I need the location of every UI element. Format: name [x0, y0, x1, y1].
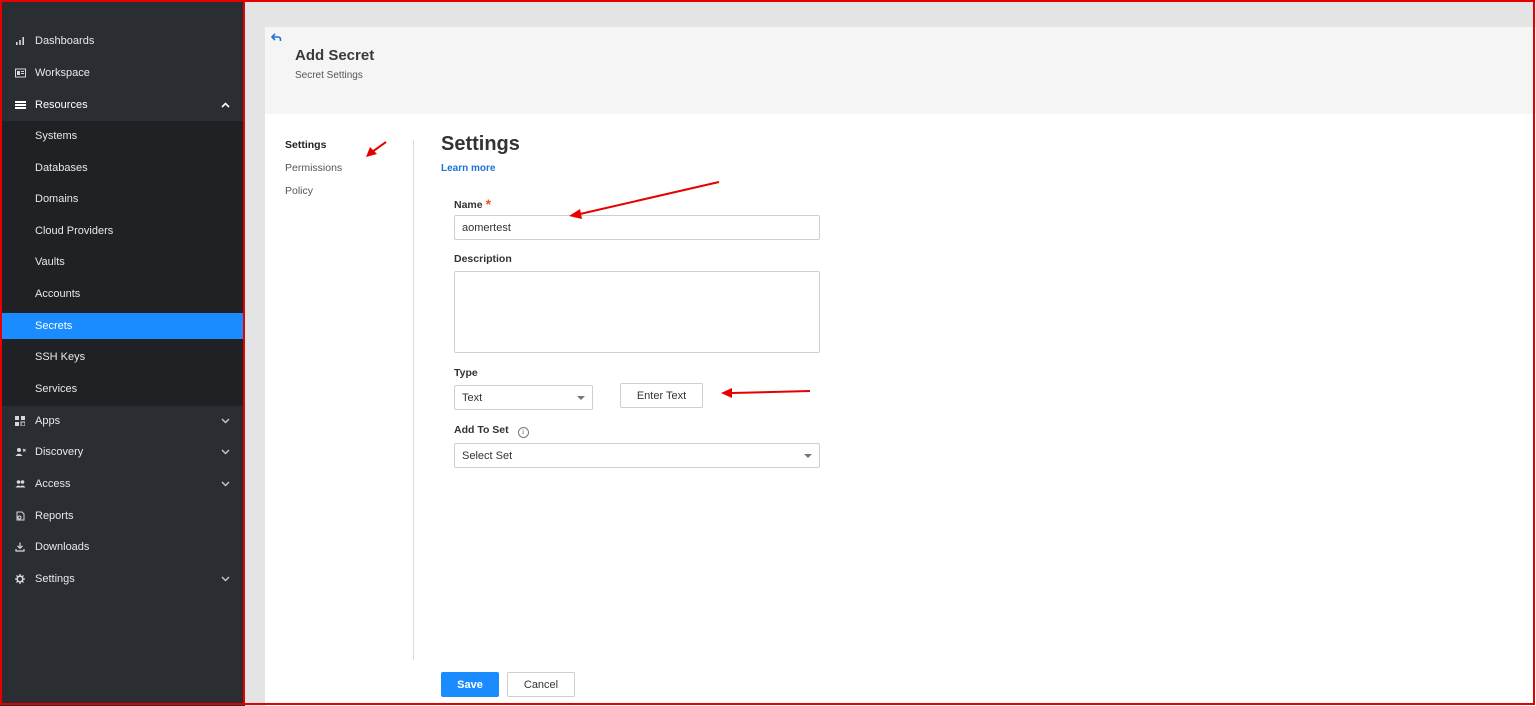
- sidebar-item-resources[interactable]: Resources: [0, 89, 245, 121]
- name-field[interactable]: [454, 215, 820, 240]
- tab-permissions[interactable]: Permissions: [285, 162, 342, 174]
- back-arrow-icon[interactable]: [270, 31, 282, 45]
- sidebar-subitem-databases[interactable]: Databases: [0, 155, 245, 181]
- required-mark: *: [485, 196, 492, 212]
- learn-more-link[interactable]: Learn more: [441, 163, 495, 174]
- sidebar-item-label: Apps: [35, 415, 61, 427]
- sidebar-item-label: Dashboards: [35, 35, 95, 47]
- sidebar-subitem-vaults[interactable]: Vaults: [0, 249, 245, 275]
- sidebar-item-reports[interactable]: Reports: [0, 500, 245, 532]
- save-button[interactable]: Save: [441, 672, 499, 697]
- type-select[interactable]: Text: [454, 385, 593, 410]
- sidebar-subitem-cloud-providers[interactable]: Cloud Providers: [0, 218, 245, 244]
- chevron-down-icon[interactable]: [218, 447, 232, 457]
- chevron-up-icon[interactable]: [218, 100, 232, 110]
- sidebar-subitem-services[interactable]: Services: [0, 376, 245, 402]
- sidebar-item-settings[interactable]: Settings: [0, 563, 245, 595]
- sidebar-item-apps[interactable]: Apps: [0, 405, 245, 437]
- vertical-divider: [413, 140, 414, 660]
- sidebar: Dashboards Workspace Resources Systems D…: [0, 0, 245, 706]
- sidebar-item-label: Discovery: [35, 446, 84, 458]
- name-label-text: Name: [454, 199, 483, 211]
- sidebar-item-access[interactable]: Access: [0, 468, 245, 500]
- discovery-icon: [14, 446, 26, 458]
- chevron-down-icon[interactable]: [218, 574, 232, 584]
- caret-down-icon: [804, 453, 812, 458]
- list-icon: [14, 99, 26, 111]
- page-subtitle: Secret Settings: [295, 70, 363, 81]
- sidebar-item-label: Workspace: [35, 67, 90, 79]
- type-label: Type: [454, 367, 478, 379]
- description-label: Description: [454, 253, 512, 265]
- sidebar-subitem-systems[interactable]: Systems: [0, 123, 245, 149]
- type-select-value: Text: [462, 391, 483, 404]
- bar-chart-icon: [14, 35, 26, 47]
- sidebar-item-label: Reports: [35, 510, 74, 522]
- report-icon: [14, 510, 26, 522]
- add-to-set-select[interactable]: Select Set: [454, 443, 820, 468]
- section-title: Settings: [441, 133, 520, 155]
- add-to-set-label: Add To Set i: [454, 424, 529, 438]
- sidebar-item-workspace[interactable]: Workspace: [0, 57, 245, 89]
- sidebar-item-label: Access: [35, 478, 71, 490]
- sidebar-item-label: Downloads: [35, 541, 90, 553]
- sidebar-subitem-secrets[interactable]: Secrets: [0, 313, 245, 339]
- apps-grid-icon: [14, 415, 26, 427]
- add-to-set-label-text: Add To Set: [454, 424, 509, 436]
- download-icon: [14, 541, 26, 553]
- main-content: Add Secret Secret Settings Settings Perm…: [265, 27, 1536, 706]
- sidebar-item-dashboards[interactable]: Dashboards: [0, 25, 245, 57]
- sidebar-item-downloads[interactable]: Downloads: [0, 531, 245, 563]
- tab-policy[interactable]: Policy: [285, 185, 313, 197]
- add-to-set-select-value: Select Set: [462, 449, 513, 462]
- chevron-down-icon[interactable]: [218, 479, 232, 489]
- sidebar-item-label: Resources: [35, 99, 88, 111]
- sidebar-subitem-accounts[interactable]: Accounts: [0, 281, 245, 307]
- sidebar-subitem-domains[interactable]: Domains: [0, 186, 245, 212]
- name-label: Name *: [454, 195, 492, 212]
- workspace-icon: [14, 67, 26, 79]
- caret-down-icon: [577, 395, 585, 400]
- cancel-button[interactable]: Cancel: [507, 672, 575, 697]
- enter-text-button[interactable]: Enter Text: [620, 383, 703, 408]
- sidebar-item-discovery[interactable]: Discovery: [0, 436, 245, 468]
- page-title: Add Secret: [295, 47, 375, 64]
- tab-settings[interactable]: Settings: [285, 139, 326, 151]
- users-icon: [14, 478, 26, 490]
- chevron-down-icon[interactable]: [218, 416, 232, 426]
- page-header: Add Secret Secret Settings: [265, 27, 1536, 114]
- description-field[interactable]: [454, 271, 820, 353]
- sidebar-item-label: Settings: [35, 573, 75, 585]
- info-icon[interactable]: i: [517, 426, 529, 438]
- sidebar-subitem-ssh-keys[interactable]: SSH Keys: [0, 344, 245, 370]
- gear-icon: [14, 573, 26, 585]
